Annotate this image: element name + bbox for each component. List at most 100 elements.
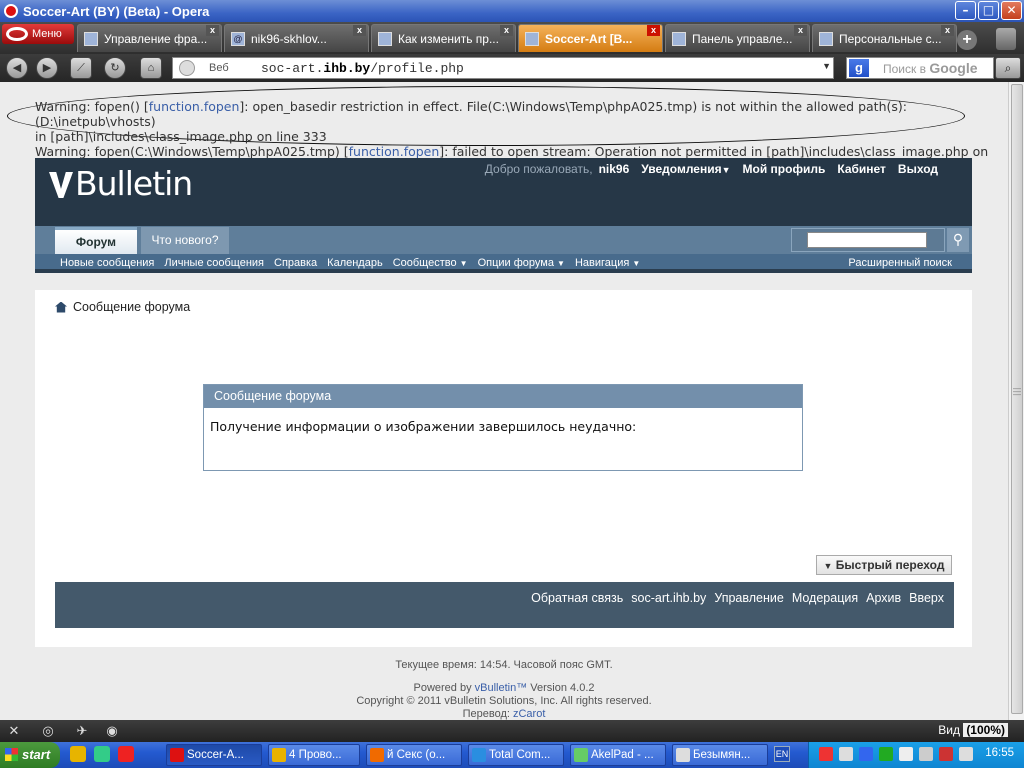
vbulletin-v-icon <box>49 172 73 198</box>
tray-icon[interactable] <box>959 747 973 761</box>
taskbar-button-untitled[interactable]: Безымян... <box>672 744 768 766</box>
url-text[interactable]: soc-art.ihb.by/profile.php <box>261 61 464 76</box>
language-indicator[interactable]: EN <box>774 746 790 762</box>
subnav-navigation[interactable]: Навигация ▼ <box>575 257 640 269</box>
notifications-link[interactable]: Уведомления▼ <box>641 162 730 176</box>
browser-tabs: Управление фра... x @ nik96-skhlov... x Как… <box>77 24 957 52</box>
search-icon[interactable]: ⚲ <box>947 228 969 252</box>
tray-icon[interactable] <box>839 747 853 761</box>
taskbar-button-opera[interactable]: Soccer-A... <box>166 744 262 766</box>
page-scrollbar[interactable]: — — — <box>1008 82 1024 720</box>
subnav-community[interactable]: Сообщество ▼ <box>393 257 468 269</box>
tray-icon[interactable] <box>899 747 913 761</box>
tray-icon[interactable] <box>879 747 893 761</box>
subnav-private-messages[interactable]: Личные сообщения <box>164 257 264 269</box>
current-time-text: Текущее время: 14:54. Часовой пояс GMT. <box>395 659 613 671</box>
tab-favicon-icon <box>378 31 392 46</box>
taskbar-button-akelpad[interactable]: AkelPad - ... <box>570 744 666 766</box>
username-link[interactable]: nik96 <box>599 162 630 176</box>
breadcrumb-current: Сообщение форума <box>73 300 191 314</box>
close-window-button[interactable]: ✕ <box>1001 1 1022 20</box>
search-field[interactable]: g Поиск в Google <box>846 57 994 79</box>
forum-header: Bulletin Добро пожаловать, nik96 Уведомл… <box>35 158 972 273</box>
home-icon[interactable] <box>55 301 67 313</box>
footer-contact-link[interactable]: Обратная связь <box>531 591 623 605</box>
scrollbar-thumb[interactable] <box>1011 84 1023 714</box>
close-tab-icon[interactable]: x <box>353 25 366 36</box>
close-tab-icon[interactable]: x <box>647 25 660 36</box>
close-tab-icon[interactable]: x <box>794 25 807 36</box>
tab-forum[interactable]: Форум <box>55 227 137 255</box>
trash-icon[interactable] <box>996 28 1016 50</box>
opera-logo-icon <box>6 27 28 41</box>
footer-mod-link[interactable]: Модерация <box>792 591 858 605</box>
opera-menu-button[interactable]: Меню <box>2 24 74 44</box>
browser-tab[interactable]: @ nik96-skhlov... x <box>224 24 369 52</box>
logout-link[interactable]: Выход <box>898 162 938 176</box>
unite-icon[interactable]: ✈ <box>74 723 90 739</box>
footer-admin-link[interactable]: Управление <box>714 591 784 605</box>
quicklaunch-icon[interactable] <box>118 746 134 762</box>
address-field[interactable]: Веб soc-art.ihb.by/profile.php ▼ <box>172 57 834 79</box>
footer-home-link[interactable]: soc-art.ihb.by <box>631 591 706 605</box>
windows-taskbar: start Soccer-A... 4 Прово... й Секс (о..… <box>0 742 1024 768</box>
bluetooth-icon[interactable] <box>859 747 873 761</box>
taskbar-button-app[interactable]: й Секс (о... <box>366 744 462 766</box>
tray-icon[interactable] <box>819 747 833 761</box>
chevron-down-icon: ▼ <box>721 165 731 175</box>
tab-whats-new[interactable]: Что нового? <box>141 227 229 255</box>
rewind-button[interactable]: ⟋ <box>70 57 92 79</box>
turbo-icon[interactable]: ◉ <box>104 723 120 739</box>
browser-tab-active[interactable]: Soccer-Art [B... x <box>518 24 663 52</box>
forum-search-input[interactable] <box>807 232 927 248</box>
opera-icon <box>4 4 18 18</box>
search-go-icon[interactable]: ⌕ <box>995 57 1021 79</box>
close-tab-icon[interactable]: x <box>206 25 219 36</box>
function-fopen-link[interactable]: function.fopen <box>349 144 440 159</box>
chevron-down-icon: ▼ <box>823 561 833 571</box>
quicklaunch-icon[interactable] <box>94 746 110 762</box>
subnav-calendar[interactable]: Календарь <box>327 257 383 269</box>
close-tab-icon[interactable]: x <box>941 25 954 36</box>
forward-button[interactable]: ▶ <box>36 57 58 79</box>
advanced-search-link[interactable]: Расширенный поиск <box>848 257 952 269</box>
footer-top-link[interactable]: Вверх <box>909 591 944 605</box>
minimize-button[interactable]: – <box>955 1 976 20</box>
reload-button[interactable]: ↻ <box>104 57 126 79</box>
window-title-bar: Soccer-Art (BY) (Beta) - Opera – □ ✕ <box>0 0 1024 22</box>
panel-close-icon[interactable]: ✕ <box>6 723 22 739</box>
function-fopen-link[interactable]: function.fopen <box>149 99 240 114</box>
quicklaunch-icon[interactable] <box>70 746 86 762</box>
quick-jump-button[interactable]: ▼ Быстрый переход <box>816 555 952 575</box>
taskbar-button-folder[interactable]: 4 Прово... <box>268 744 360 766</box>
close-tab-icon[interactable]: x <box>500 25 513 36</box>
user-cp-link[interactable]: Кабинет <box>837 162 886 176</box>
address-dropdown-icon[interactable]: ▼ <box>822 61 831 71</box>
home-button[interactable]: ⌂ <box>140 57 162 79</box>
user-top-links: Добро пожаловать, nik96 Уведомления▼ Мой… <box>485 162 938 176</box>
footer-archive-link[interactable]: Архив <box>866 591 901 605</box>
browser-tab[interactable]: Панель управле... x <box>665 24 810 52</box>
browser-tab[interactable]: Как изменить пр... x <box>371 24 516 52</box>
translator-link[interactable]: zCarot <box>513 708 545 720</box>
subnav-help[interactable]: Справка <box>274 257 317 269</box>
volume-icon[interactable] <box>919 747 933 761</box>
my-profile-link[interactable]: Мой профиль <box>743 162 826 176</box>
taskbar-button-total-commander[interactable]: Total Com... <box>468 744 564 766</box>
zoom-control[interactable]: Вид (100%) <box>938 723 1008 737</box>
subnav-new-posts[interactable]: Новые сообщения <box>60 257 154 269</box>
subnav-forum-options[interactable]: Опции форума ▼ <box>478 257 565 269</box>
maximize-button[interactable]: □ <box>978 1 999 20</box>
speed-dial-icon[interactable]: ◎ <box>40 723 56 739</box>
new-tab-button[interactable]: + <box>957 30 977 50</box>
tray-icon[interactable] <box>939 747 953 761</box>
browser-tab[interactable]: Персональные с... x <box>812 24 957 52</box>
back-button[interactable]: ◀ <box>6 57 28 79</box>
vbulletin-link[interactable]: vBulletin™ <box>475 682 528 694</box>
vbulletin-logo[interactable]: Bulletin <box>49 164 193 203</box>
start-button[interactable]: start <box>0 742 60 768</box>
message-title: Сообщение форума <box>204 385 802 408</box>
browser-tab[interactable]: Управление фра... x <box>77 24 222 52</box>
clock[interactable]: 16:55 <box>985 747 1014 759</box>
google-search-engine-icon[interactable]: g <box>849 59 869 77</box>
